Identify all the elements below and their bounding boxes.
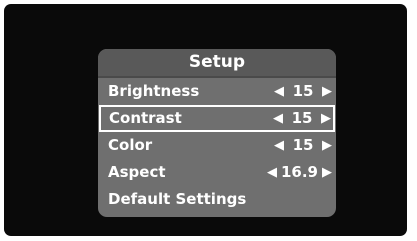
value-adjuster: ◀ 15 ▶ [273,107,331,130]
right-arrow-icon[interactable]: ▶ [322,159,332,186]
right-arrow-icon[interactable]: ▶ [322,78,332,105]
menu-item-brightness[interactable]: Brightness ◀ 15 ▶ [98,78,336,105]
menu-item-color[interactable]: Color ◀ 15 ▶ [98,132,336,159]
menu-title: Setup [98,49,336,78]
setting-value: 16.9 [280,163,318,181]
value-adjuster: ◀ 15 ▶ [274,78,332,105]
menu-item-label: Default Settings [108,190,247,208]
menu-item-label: Contrast [109,109,182,127]
menu-item-contrast[interactable]: Contrast ◀ 15 ▶ [99,105,335,132]
value-adjuster: ◀ 15 ▶ [274,132,332,159]
value-adjuster: ◀ 16.9 ▶ [267,159,332,186]
left-arrow-icon[interactable]: ◀ [267,159,277,186]
setting-value: 15 [291,109,313,127]
right-arrow-icon[interactable]: ▶ [321,107,331,130]
menu-item-label: Aspect [108,163,166,181]
menu-item-default-settings[interactable]: Default Settings [98,186,336,213]
tv-screen: Setup Brightness ◀ 15 ▶ Contrast ◀ 15 ▶ … [4,4,407,236]
right-arrow-icon[interactable]: ▶ [322,132,332,159]
left-arrow-icon[interactable]: ◀ [274,78,284,105]
menu-item-label: Color [108,136,153,154]
setting-value: 15 [292,136,314,154]
setting-value: 15 [292,82,314,100]
left-arrow-icon[interactable]: ◀ [274,132,284,159]
left-arrow-icon[interactable]: ◀ [273,107,283,130]
menu-item-label: Brightness [108,82,200,100]
menu-item-aspect[interactable]: Aspect ◀ 16.9 ▶ [98,159,336,186]
setup-menu: Setup Brightness ◀ 15 ▶ Contrast ◀ 15 ▶ … [98,49,336,217]
